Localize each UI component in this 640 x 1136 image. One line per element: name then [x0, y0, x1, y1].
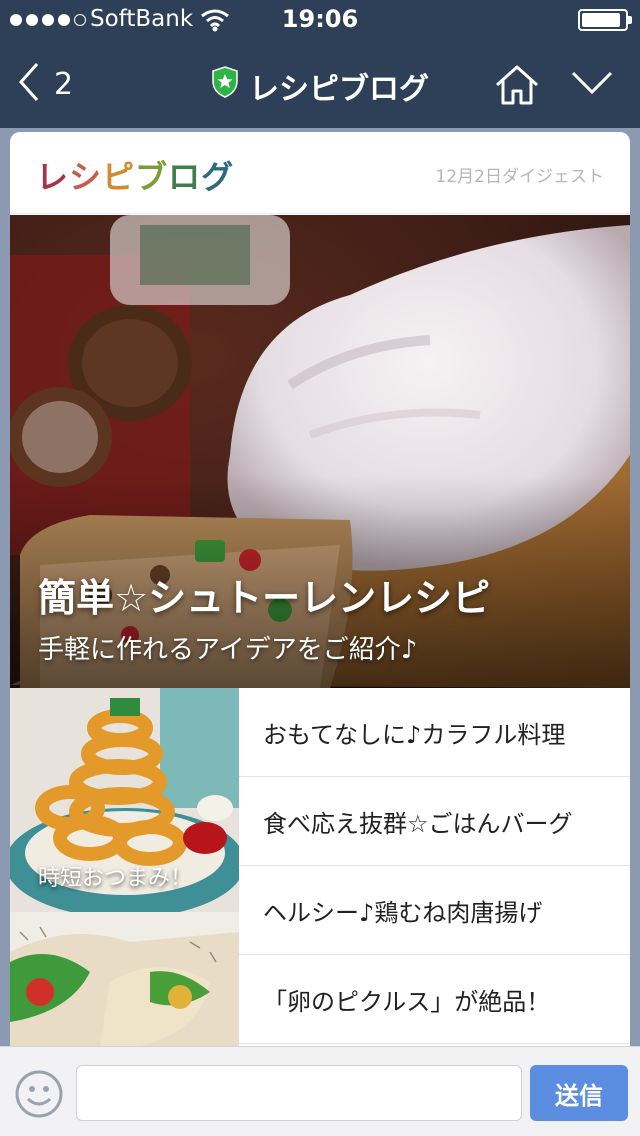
official-badge-icon: [211, 66, 239, 106]
article-link[interactable]: おもてなしに♪カラフル料理: [239, 688, 630, 777]
article-link-list: おもてなしに♪カラフル料理 食べ応え抜群☆ごはんバーグ ヘルシー♪鶏むね肉唐揚げ…: [239, 688, 630, 1044]
article-link[interactable]: 食べ応え抜群☆ごはんバーグ: [239, 777, 630, 866]
digest-date-label: 12月2日ダイジェスト: [435, 167, 604, 187]
message-input[interactable]: [76, 1065, 522, 1121]
home-icon[interactable]: [494, 64, 540, 110]
chevron-down-icon[interactable]: [570, 70, 614, 100]
hero-subtitle: 手軽に作れるアイデアをご紹介♪: [38, 635, 418, 665]
article-link[interactable]: 「卵のピクルス」が絶品！: [239, 955, 630, 1044]
wrap-sandwich-photo: [10, 912, 239, 1046]
card-header: レシピブログ 12月2日ダイジェスト: [10, 132, 630, 214]
clock: 19:06: [281, 5, 359, 33]
thumbnail-snacks[interactable]: 時短おつまみ！: [10, 688, 239, 912]
hero-article[interactable]: 簡単☆シュトーレンレシピ 手軽に作れるアイデアをご紹介♪: [10, 215, 630, 688]
thumbnail-caption: 時短おつまみ！: [38, 866, 193, 891]
status-bar: SoftBank 19:06: [0, 0, 640, 40]
emoji-icon[interactable]: [14, 1069, 64, 1123]
nav-bar: 2 レシピブログ: [0, 40, 640, 128]
brand-logo: レシピブログ: [36, 158, 235, 196]
chat-title-label: レシピブログ: [249, 72, 429, 107]
send-button[interactable]: 送信: [530, 1065, 628, 1121]
message-input-bar: 送信: [0, 1046, 640, 1136]
article-link[interactable]: ヘルシー♪鶏むね肉唐揚げ: [239, 866, 630, 955]
message-card: レシピブログ 12月2日ダイジェスト 簡単☆シュトーレンレシピ 手軽に作れるアイ…: [10, 132, 630, 1046]
hero-title: 簡単☆シュトーレンレシピ: [38, 576, 491, 620]
thumbnail-wraps[interactable]: [10, 912, 239, 1046]
chat-title: レシピブログ: [0, 64, 640, 108]
battery-icon: [578, 9, 632, 31]
